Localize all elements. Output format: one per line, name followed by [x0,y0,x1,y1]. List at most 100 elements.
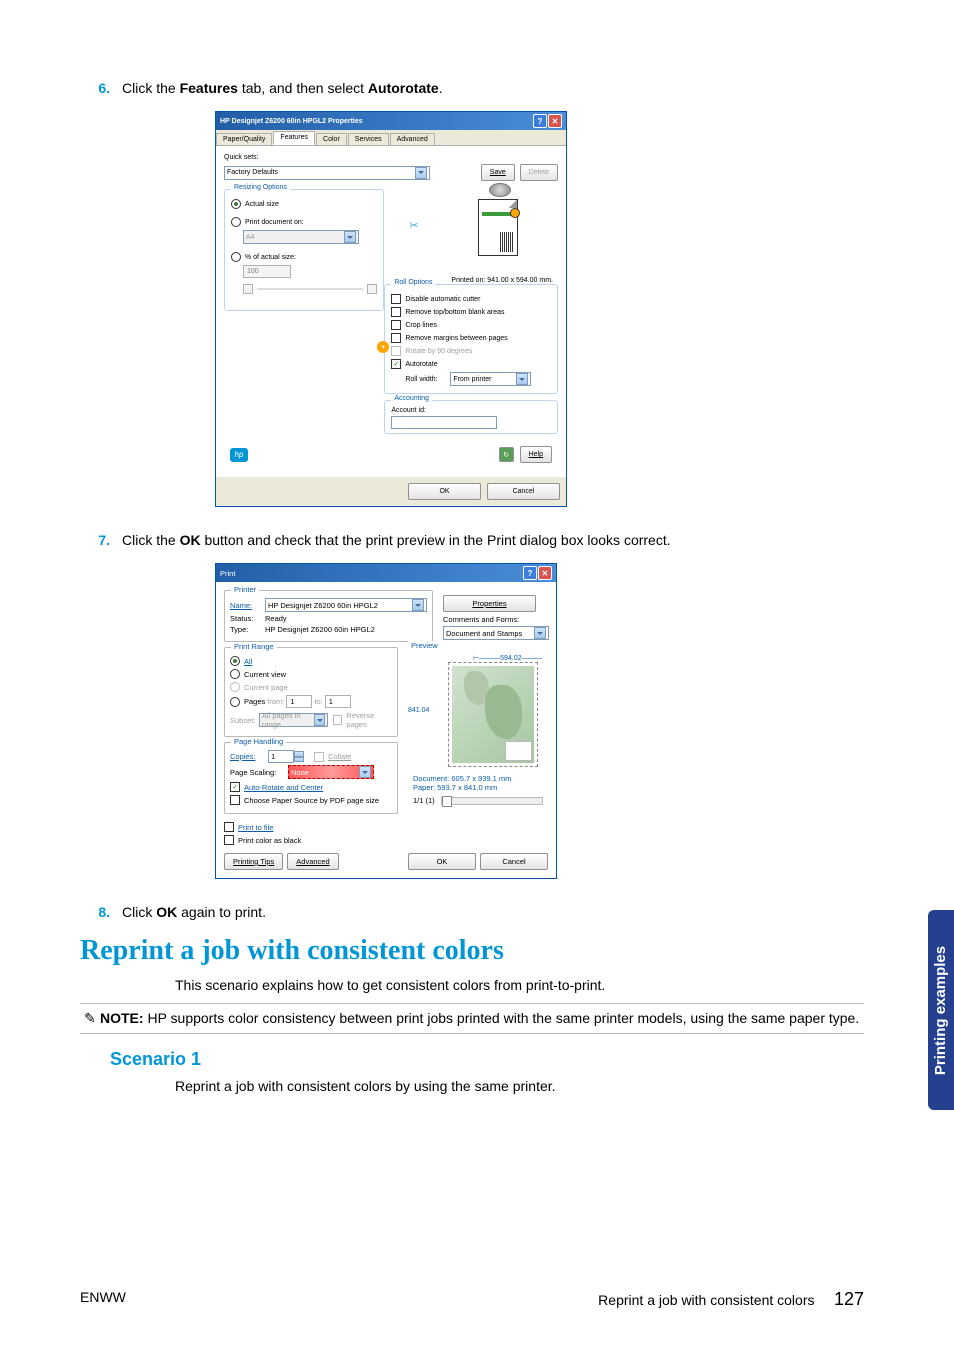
reverse-label: Reverse pages [346,711,392,729]
copies-stepper[interactable] [294,751,304,762]
remove-margins-check[interactable] [391,333,401,343]
new-badge-icon: ✦ [377,341,389,353]
autorotate-center-label: Auto-Rotate and Center [244,783,323,792]
print-black-label: Print color as black [238,836,301,845]
choose-paper-check[interactable] [230,795,240,805]
comments-dropdown[interactable]: Document and Stamps [443,626,549,640]
dialog-title: HP Designjet Z6200 60in HPGL2 Properties [220,118,363,125]
disable-cutter-check[interactable] [391,294,401,304]
note-body: NOTE: HP supports color consistency betw… [100,1010,864,1027]
quicksets-dropdown[interactable]: Factory Defaults [224,166,430,180]
step-body: Click OK again to print. [122,904,864,920]
text: Click the [122,80,180,96]
autorotate-check[interactable] [391,359,401,369]
step-body: Click the OK button and check that the p… [122,532,864,548]
tabs: Paper/Quality Features Color Services Ad… [216,130,566,146]
cancel-button[interactable]: Cancel [480,853,548,870]
strong: Features [180,80,238,96]
page-slider[interactable] [441,797,543,805]
print-to-file-check[interactable] [224,822,234,832]
from-input[interactable]: 1 [286,695,312,708]
to-input[interactable]: 1 [325,695,351,708]
properties-dialog: HP Designjet Z6200 60in HPGL2 Properties… [215,111,567,507]
scaling-dropdown[interactable]: None [288,765,374,779]
name-label: Name: [230,601,265,610]
footer-right-text: Reprint a job with consistent colors [598,1292,814,1308]
page-number: 127 [834,1289,864,1309]
preview-dimensions: Printed on: 941.00 x 594.00 mm. [451,277,553,284]
printing-tips-button[interactable]: Printing Tips [224,853,283,870]
scaling-label: Page Scaling: [230,768,288,777]
range-pages-label: Pages [244,697,265,706]
remove-top-check[interactable] [391,307,401,317]
rollwidth-dropdown[interactable]: From printer [450,372,531,386]
ok-button[interactable]: OK [408,853,476,870]
print-to-file-label: Print to file [238,823,273,832]
printer-name-dropdown[interactable]: HP Designjet Z6200 60in HPGL2 [265,598,427,612]
crop-check[interactable] [391,320,401,330]
range-all-radio[interactable] [230,656,240,666]
refresh-icon[interactable]: ↻ [499,447,514,462]
close-icon[interactable]: ✕ [538,566,552,580]
actual-size-label: Actual size [245,201,279,208]
rotate90-label: Rotate by 90 degrees [405,348,472,355]
close-icon[interactable]: ✕ [548,114,562,128]
account-id-input[interactable] [391,416,497,429]
ok-button[interactable]: OK [408,483,481,500]
delete-button: Delete [520,164,558,181]
crop-label: Crop lines [405,322,437,329]
help-icon[interactable]: ? [533,114,547,128]
tab-paper-quality[interactable]: Paper/Quality [216,133,272,145]
resizing-group-title: Resizing Options [231,184,290,191]
tab-services[interactable]: Services [348,133,389,145]
print-on-radio[interactable] [231,217,241,227]
autorotate-center-check[interactable] [230,782,240,792]
chevron-down-icon [344,231,356,243]
copies-input[interactable]: 1 [268,750,294,763]
save-button[interactable]: Save [481,164,515,181]
collate-label: Collate [328,752,351,761]
copies-label: Copies: [230,752,268,761]
reverse-check [333,715,342,725]
page-count: 1/1 (1) [413,796,435,805]
subset-dropdown: All pages in range [259,713,328,727]
actual-size-radio[interactable] [231,199,241,209]
slider-track [257,288,363,290]
page-preview [478,199,518,256]
choose-paper-label: Choose Paper Source by PDF page size [244,796,379,805]
slider-left-icon [243,284,253,294]
type-value: HP Designjet Z6200 60in HPGL2 [265,625,375,634]
chevron-down-icon [516,373,528,385]
reprint-heading: Reprint a job with consistent colors [80,935,864,967]
advanced-button[interactable]: Advanced [287,853,338,870]
step-number: 6. [80,80,110,96]
page-handling-title: Page Handling [231,737,286,746]
hp-logo-icon: hp [230,448,248,462]
properties-button[interactable]: Properties [443,595,536,612]
cancel-button[interactable]: Cancel [487,483,560,500]
subset-label: Subset: [230,716,259,725]
account-id-label: Account id: [391,407,551,414]
chevron-down-icon [412,599,424,611]
dialog-title: Print [220,569,235,578]
preview-area: ✂ Printed on: 941.00 x 594.00 mm. [384,189,558,284]
help-button[interactable]: Help [520,446,552,463]
range-pages-radio[interactable] [230,697,240,707]
tab-color[interactable]: Color [316,133,347,145]
chevron-down-icon [314,714,325,726]
printer-group-title: Printer [231,585,259,594]
tab-advanced[interactable]: Advanced [390,133,435,145]
tab-features[interactable]: Features [273,131,315,145]
pct-input: 100 [243,265,291,278]
page-footer: ENWW Reprint a job with consistent color… [80,1289,864,1310]
pct-label: % of actual size: [245,254,296,261]
pct-radio[interactable] [231,252,241,262]
print-black-check[interactable] [224,835,234,845]
roll-icon [489,183,511,197]
footer-left: ENWW [80,1289,126,1310]
range-currentview-radio[interactable] [230,669,240,679]
collate-check [314,752,324,762]
range-currentview-label: Current view [244,670,286,679]
help-icon[interactable]: ? [523,566,537,580]
dialog-titlebar: HP Designjet Z6200 60in HPGL2 Properties… [216,112,566,130]
